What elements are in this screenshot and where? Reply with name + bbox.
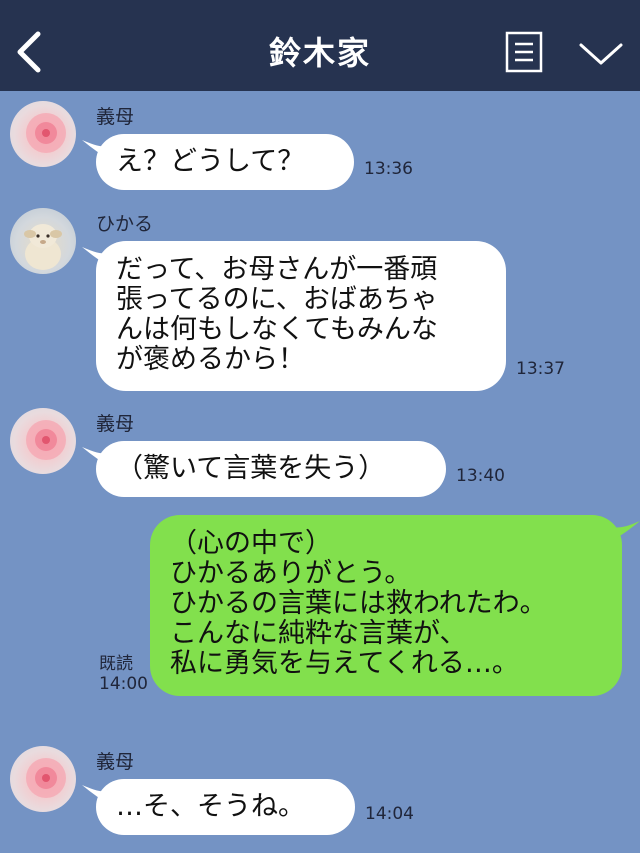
- sheep-plush-avatar[interactable]: [10, 208, 76, 274]
- flower-avatar[interactable]: [10, 408, 76, 474]
- sender-name: 義母: [96, 413, 135, 435]
- message-bubble[interactable]: （心の中で） ひかるありがとう。 ひかるの言葉には救われたわ。 こんなに純粋な言…: [150, 515, 622, 696]
- sender-name: ひかる: [96, 213, 154, 235]
- message-time: 13:37: [516, 359, 565, 379]
- sender-name: 義母: [96, 106, 135, 128]
- bubble-tail: [610, 521, 640, 541]
- menu-icon[interactable]: [505, 31, 543, 73]
- chat-header: 鈴木家: [0, 0, 640, 91]
- message-time: 14:04: [365, 804, 414, 824]
- message-bubble[interactable]: （驚いて言葉を失う）: [96, 441, 446, 497]
- flower-avatar[interactable]: [10, 101, 76, 167]
- read-label: 既読: [99, 654, 133, 674]
- sender-name: 義母: [96, 751, 135, 773]
- message-time: 13:40: [456, 466, 505, 486]
- message-time: 14:00: [99, 674, 148, 694]
- message-bubble[interactable]: だって、お母さんが一番頑 張ってるのに、おばあちゃ んは何もしなくてもみんな が…: [96, 241, 506, 391]
- chat-title: 鈴木家: [268, 34, 371, 72]
- message-bubble[interactable]: …そ、そうね。: [96, 779, 355, 835]
- flower-avatar[interactable]: [10, 746, 76, 812]
- chevron-down-icon[interactable]: [578, 41, 624, 67]
- message-bubble[interactable]: え？どうして？: [96, 134, 354, 190]
- message-time: 13:36: [364, 159, 413, 179]
- read-receipt: 既読 14:00: [99, 654, 148, 694]
